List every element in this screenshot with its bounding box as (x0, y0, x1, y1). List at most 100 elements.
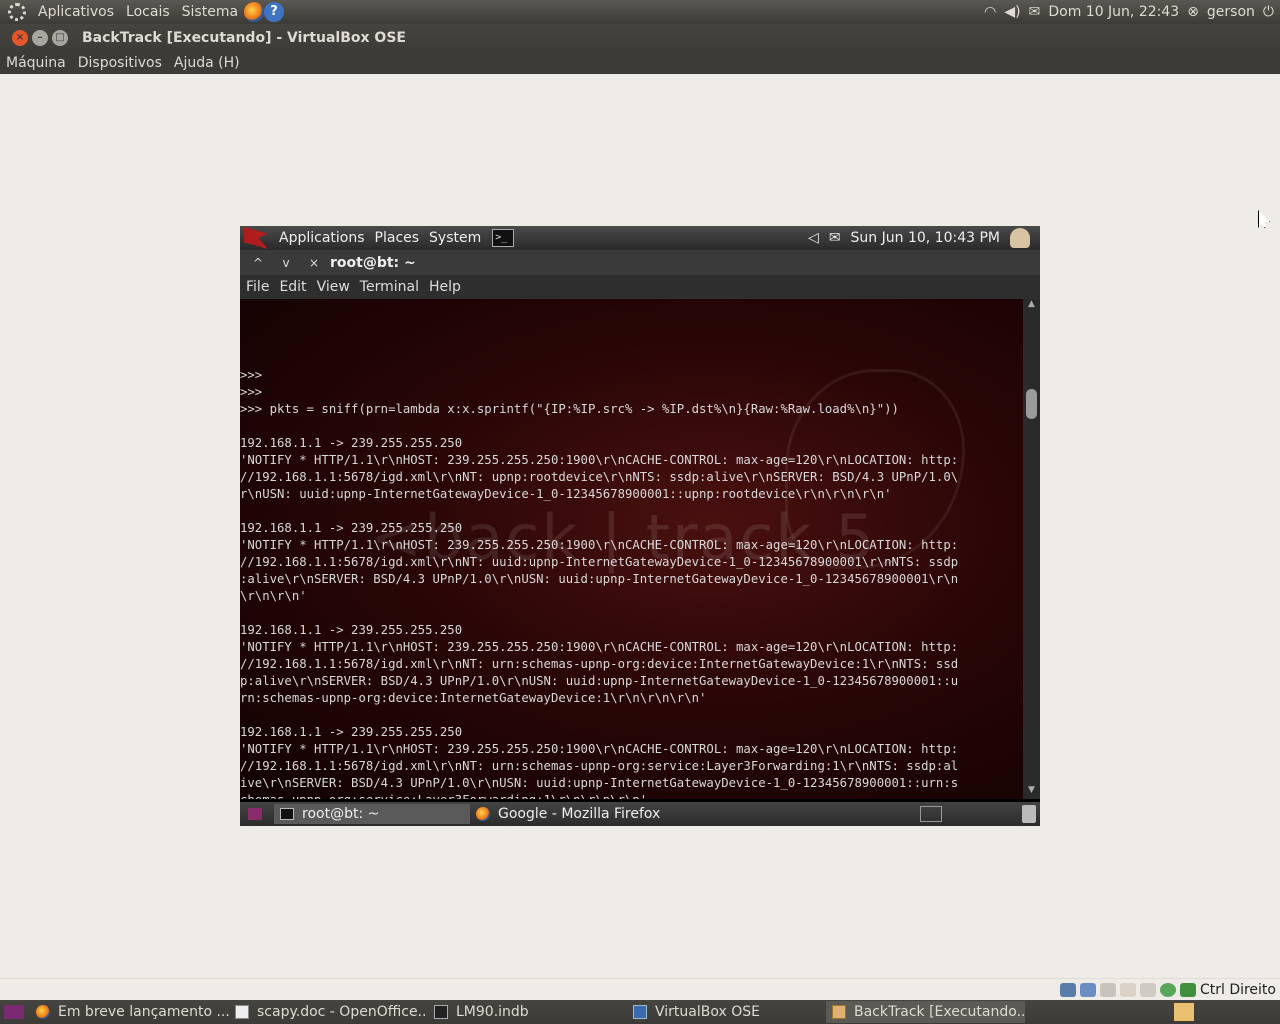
guest-task-terminal[interactable]: root@bt: ~ (274, 804, 470, 824)
firefox-launcher-icon[interactable] (244, 2, 265, 22)
host-menu-locais[interactable]: Locais (120, 4, 176, 20)
vbox-menu-maquina[interactable]: Máquina (0, 55, 72, 71)
display-icon[interactable] (1139, 982, 1156, 997)
guest-volume-icon[interactable]: ◁ (808, 230, 819, 246)
host-task-indesign[interactable]: LM90.indb (428, 1001, 627, 1023)
backtrack-logo-icon[interactable] (244, 227, 268, 249)
scroll-up-icon[interactable]: ▲ (1023, 299, 1040, 313)
vbox-menu-ajuda[interactable]: Ajuda (H) (168, 55, 246, 71)
guest-menu-applications[interactable]: Applications (274, 230, 370, 246)
terminal-line: 192.168.1.1 -> 239.255.255.250 (240, 725, 463, 739)
terminal-line: 'NOTIFY * HTTP/1.1\r\nHOST: 239.255.255.… (240, 453, 959, 467)
shared-folder-icon[interactable] (1119, 982, 1136, 997)
scrollbar-thumb[interactable] (1026, 389, 1037, 419)
show-desktop-icon[interactable] (248, 808, 262, 820)
host-task-label: BackTrack [Executando... (854, 1004, 1025, 1020)
host-top-panel: Aplicativos Locais Sistema ? ◠ ◀) ✉ Dom … (0, 0, 1280, 24)
power-icon[interactable]: ⏻ (1263, 4, 1274, 20)
host-menu-aplicativos[interactable]: Aplicativos (32, 4, 120, 20)
window-close-button[interactable]: × (12, 30, 28, 46)
trash-icon[interactable] (1022, 805, 1036, 823)
terminal-line: r\nUSN: uuid:upnp-InternetGatewayDevice-… (240, 487, 892, 501)
document-icon (235, 1005, 249, 1019)
terminal-title: root@bt: ~ (330, 254, 416, 271)
window-minimize-button[interactable]: – (32, 30, 48, 46)
user-status-icon: ⊗ (1187, 4, 1199, 20)
terminal-line: >>> (240, 368, 263, 382)
terminal-menu-edit[interactable]: Edit (274, 279, 311, 295)
guest-task-firefox[interactable]: Google - Mozilla Firefox (470, 804, 666, 824)
help-icon[interactable]: ? (264, 2, 285, 22)
guest-taskbar: root@bt: ~ Google - Mozilla Firefox (240, 802, 1040, 826)
host-task-label: scapy.doc - OpenOffice.... (257, 1004, 428, 1020)
vbox-window-title: BackTrack [Executando] - VirtualBox OSE (82, 30, 406, 46)
terminal-line: 'NOTIFY * HTTP/1.1\r\nHOST: 239.255.255.… (240, 538, 959, 552)
host-task-firefox[interactable]: Em breve lançamento ... (30, 1001, 229, 1023)
terminal-titlebar[interactable]: ^ v × root@bt: ~ (240, 250, 1040, 275)
terminal-menu-terminal[interactable]: Terminal (355, 279, 424, 295)
terminal-minimize-button[interactable]: ^ (248, 256, 268, 270)
terminal-menu-help[interactable]: Help (424, 279, 466, 295)
host-task-openoffice[interactable]: scapy.doc - OpenOffice.... (229, 1001, 428, 1023)
guest-user-icon[interactable] (1010, 228, 1030, 248)
host-task-label: LM90.indb (456, 1004, 529, 1020)
ubuntu-logo-icon[interactable] (8, 3, 26, 21)
guest-menu-system[interactable]: System (424, 230, 486, 246)
volume-icon[interactable]: ◀) (1004, 4, 1020, 20)
mail-icon[interactable]: ✉ (1029, 4, 1041, 20)
guest-mail-icon[interactable]: ✉ (829, 230, 841, 246)
harddisk-icon[interactable] (1059, 982, 1076, 997)
guest-top-panel: Applications Places System >_ ◁ ✉ Sun Ju… (240, 226, 1040, 250)
terminal-output[interactable]: <back | track 5 >>> >>> >>> pkts = sniff(p… (240, 299, 1023, 799)
window-maximize-button[interactable]: □ (52, 30, 68, 46)
terminal-line: ive\r\nSERVER: BSD/4.3 UPnP/1.0\r\nUSN: … (240, 776, 959, 790)
host-menu-sistema[interactable]: Sistema (176, 4, 244, 20)
host-show-desktop-icon[interactable] (4, 1005, 24, 1019)
guest-screen[interactable]: Applications Places System >_ ◁ ✉ Sun Ju… (240, 226, 1040, 826)
host-trash-icon[interactable] (1174, 1003, 1194, 1021)
host-clock[interactable]: Dom 10 Jun, 22:43 (1048, 4, 1179, 20)
vbox-titlebar[interactable]: × – □ BackTrack [Executando] - VirtualBo… (0, 24, 1280, 52)
vbox-menubar: Máquina Dispositivos Ajuda (H) (0, 52, 1280, 74)
host-task-backtrack[interactable]: BackTrack [Executando... (826, 1001, 1025, 1023)
vbox-statusbar: Ctrl Direito (0, 978, 1280, 1000)
terminal-line: 'NOTIFY * HTTP/1.1\r\nHOST: 239.255.255.… (240, 742, 959, 756)
mouse-cursor-icon (1258, 210, 1270, 228)
terminal-scrollbar[interactable]: ▲ ▼ (1023, 299, 1040, 799)
firefox-icon (36, 1005, 50, 1019)
vbox-menu-dispositivos[interactable]: Dispositivos (72, 55, 168, 71)
terminal-line: \r\n\r\n' (240, 589, 307, 603)
host-task-label: VirtualBox OSE (655, 1004, 760, 1020)
terminal-menubar: File Edit View Terminal Help (240, 275, 1040, 299)
terminal-line: chemas-upnp-org:service:Layer3Forwarding… (240, 792, 1023, 799)
terminal-menu-file[interactable]: File (240, 279, 274, 295)
terminal-maximize-button[interactable]: v (276, 256, 296, 270)
usb-icon[interactable] (1099, 982, 1116, 997)
scroll-down-icon[interactable]: ▼ (1023, 785, 1040, 799)
mouse-capture-icon[interactable] (1159, 982, 1176, 997)
terminal-icon (280, 808, 294, 820)
wifi-icon[interactable]: ◠ (984, 4, 996, 20)
guest-clock[interactable]: Sun Jun 10, 10:43 PM (851, 230, 1000, 246)
terminal-line: >>> pkts = sniff(prn=lambda x:x.sprintf(… (240, 402, 899, 416)
host-key-label: Ctrl Direito (1199, 981, 1276, 998)
host-task-virtualbox[interactable]: VirtualBox OSE (627, 1001, 826, 1023)
workspace-switcher[interactable] (920, 806, 942, 822)
terminal-line: //192.168.1.1:5678/igd.xml\r\nNT: upnp:r… (240, 470, 959, 484)
terminal-menu-view[interactable]: View (312, 279, 355, 295)
terminal-line: p:alive\r\nSERVER: BSD/4.3 UPnP/1.0\r\nU… (240, 674, 959, 688)
terminal-close-button[interactable]: × (304, 256, 324, 270)
host-taskbar: Em breve lançamento ... scapy.doc - Open… (0, 1000, 1280, 1024)
terminal-line: :alive\r\nSERVER: BSD/4.3 UPnP/1.0\r\nUS… (240, 572, 959, 586)
network-icon[interactable] (1079, 982, 1096, 997)
host-username[interactable]: gerson (1207, 4, 1255, 20)
terminal-line: //192.168.1.1:5678/igd.xml\r\nNT: urn:sc… (240, 759, 959, 773)
keyboard-capture-icon[interactable] (1179, 982, 1196, 997)
terminal-line: 'NOTIFY * HTTP/1.1\r\nHOST: 239.255.255.… (240, 640, 959, 654)
terminal-launcher-icon[interactable]: >_ (492, 229, 515, 247)
indd-file-icon (434, 1005, 448, 1019)
guest-task-label: Google - Mozilla Firefox (498, 806, 661, 822)
guest-menu-places[interactable]: Places (370, 230, 425, 246)
host-task-label: Em breve lançamento ... (58, 1004, 229, 1020)
